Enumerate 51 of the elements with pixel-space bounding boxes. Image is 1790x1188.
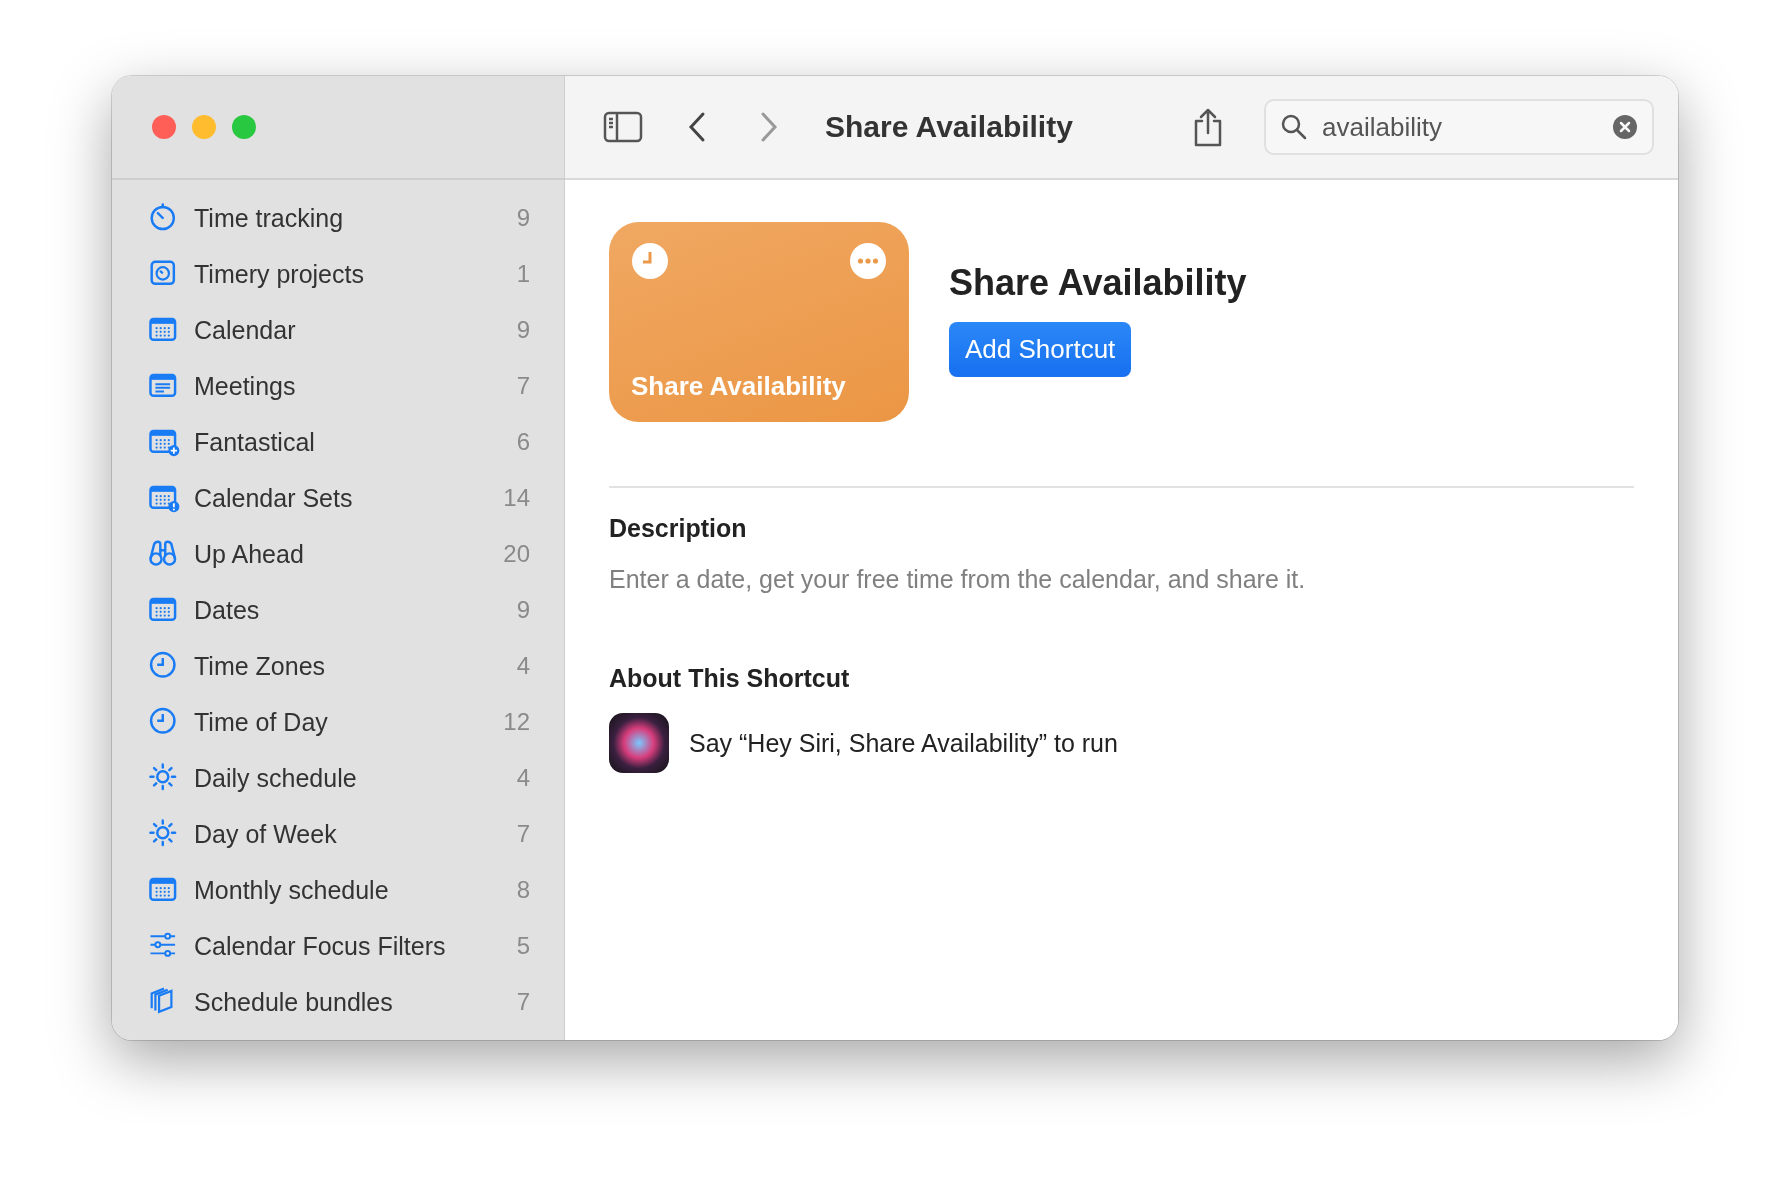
search-field[interactable]: availability [1264,99,1654,155]
sidebar-item-label[interactable]: Day of Week [194,819,517,849]
description-text: Enter a date, get your free time from the calendar, and share it. [609,565,1307,594]
item-count: 4 [516,652,530,680]
forward-icon[interactable] [759,111,779,143]
sidebar-item-label[interactable]: Time Zones [194,651,517,681]
sidebar-item-label[interactable]: Calendar Focus Filters [194,931,517,961]
sidebar-item-label[interactable]: Fantastical [194,427,517,457]
section-heading: Description [609,514,748,543]
siri-phrase: Say “Hey Siri, Share Availability” to run [689,728,1118,758]
back-icon[interactable] [687,111,707,143]
search-icon [1280,113,1308,141]
more-icon[interactable] [849,242,887,280]
sidebar-item-label[interactable]: Up Ahead [194,539,504,569]
sidebar-item-label[interactable]: Schedule bundles [194,987,517,1017]
item-count: 1 [516,260,530,288]
shortcut-title: Share Availability [949,262,1247,304]
item-count: 14 [503,484,530,512]
item-count: 9 [516,316,530,344]
sidebar-item-label[interactable]: Monthly schedule [194,875,517,905]
item-count: 7 [516,372,530,400]
clock-icon [631,242,669,280]
sidebar-toggle-icon[interactable] [603,111,643,143]
item-count: 4 [516,764,530,792]
item-count: 8 [516,876,530,904]
sidebar-item-label[interactable]: Calendar Sets [194,483,504,513]
sidebar-item-label[interactable]: Timery projects [194,259,517,289]
item-count: 5 [516,932,530,960]
section-heading: About This Shortcut [609,664,851,693]
add-shortcut-button[interactable]: Add Shortcut [949,322,1132,377]
share-icon[interactable] [1192,107,1224,147]
clear-icon[interactable] [1612,114,1638,140]
minimize-window-button[interactable] [192,115,216,139]
item-count: 7 [516,988,530,1016]
sidebar-item-label[interactable]: Dates [194,595,517,625]
item-count: 9 [516,596,530,624]
sidebar-item-label[interactable]: Meetings [194,371,517,401]
sidebar-item-label[interactable]: Time of Day [194,707,504,737]
window-title: Share Availability [825,110,1073,144]
sidebar-item-label[interactable]: Daily schedule [194,763,517,793]
item-count: 6 [516,428,530,456]
sidebar-item-label[interactable]: Calendar [194,315,517,345]
zoom-window-button[interactable] [232,115,256,139]
item-count: 7 [516,820,530,848]
card-title: Share Availability [631,371,847,402]
close-window-button[interactable] [152,115,176,139]
item-count: 9 [516,204,530,232]
sidebar-item-label[interactable]: Time tracking [194,203,517,233]
item-count: 12 [503,708,530,736]
siri-icon [609,713,669,773]
item-count: 20 [503,540,530,568]
